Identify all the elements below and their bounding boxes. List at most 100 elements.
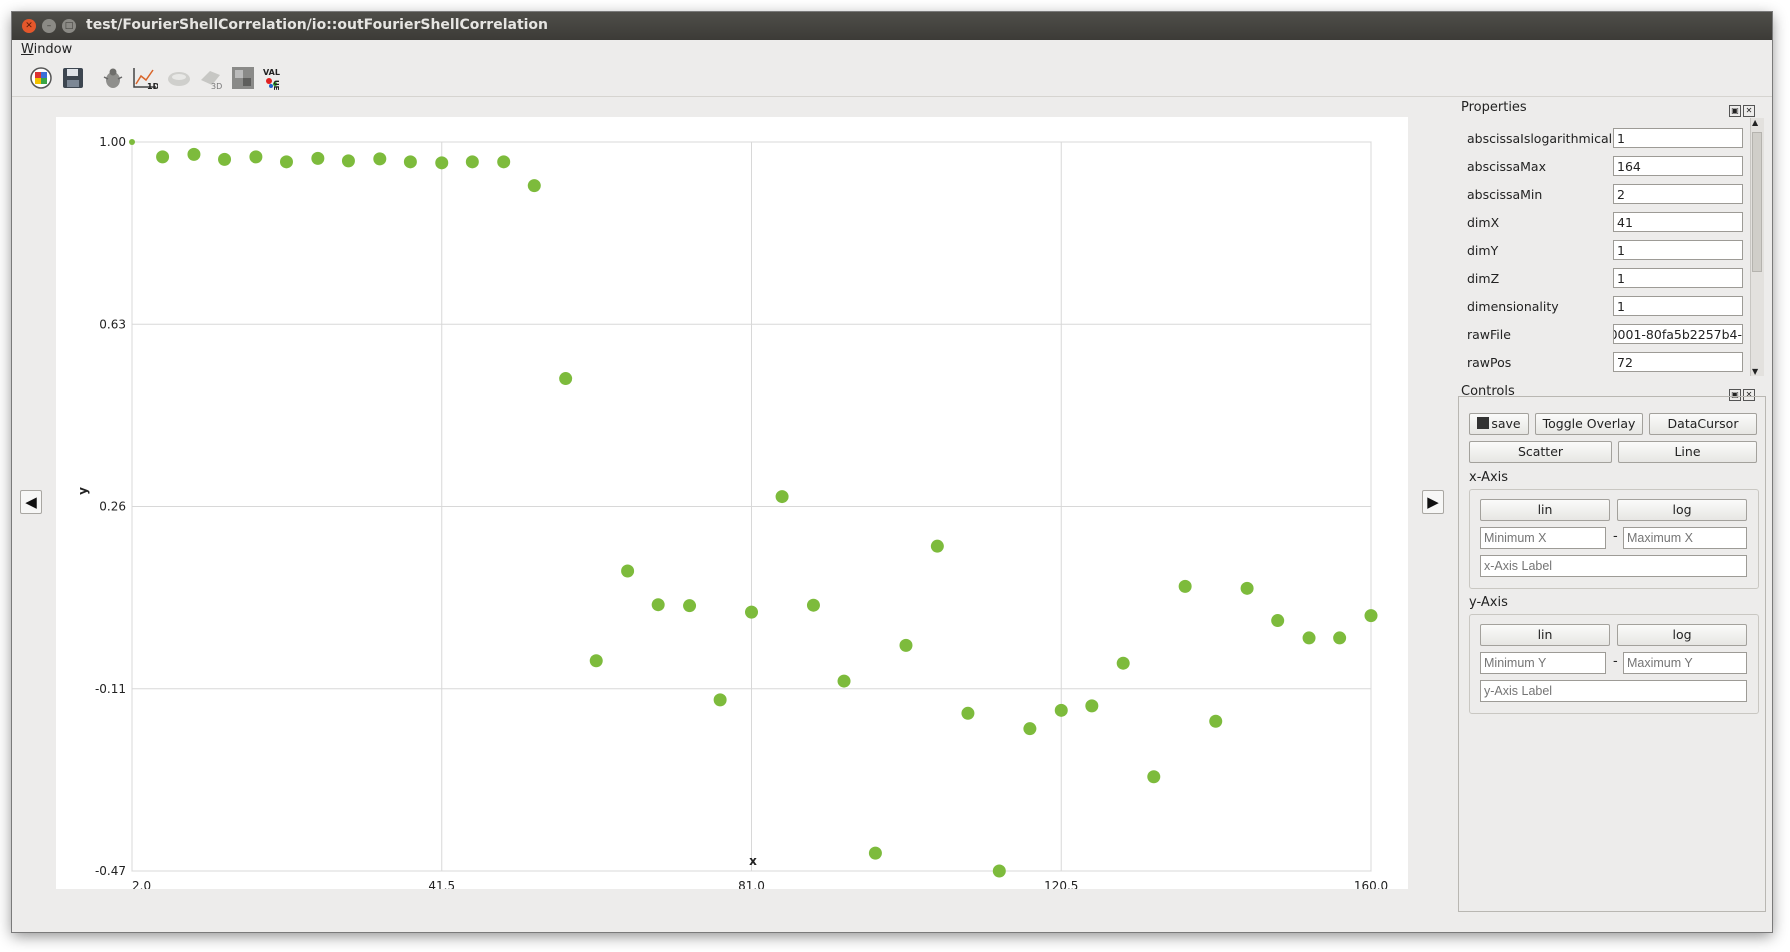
maximum-y-input[interactable] — [1623, 652, 1747, 674]
close-window-button[interactable]: ✕ — [22, 19, 36, 33]
values-icon[interactable]: VAL UES — [262, 66, 288, 90]
property-label: dimZ — [1467, 271, 1500, 286]
datacursor-button[interactable]: DataCursor — [1649, 413, 1757, 435]
x-tick-label: 81.0 — [738, 879, 765, 889]
x-tick-label: 41.5 — [428, 879, 455, 889]
data-point — [129, 139, 135, 145]
data-point — [187, 147, 201, 161]
y-tick-label: 0.26 — [99, 500, 126, 514]
menu-window[interactable]: Window — [21, 42, 72, 57]
property-value-field[interactable]: -0001-80fa5b2257b4 — [1613, 324, 1743, 344]
y-tick-label: -0.11 — [95, 682, 126, 696]
scroll-up-icon[interactable]: ▲ — [1752, 118, 1758, 127]
data-point — [713, 693, 727, 707]
data-point — [527, 179, 541, 193]
data-point — [745, 605, 758, 619]
data-point — [1085, 699, 1099, 713]
scroll-down-icon[interactable]: ▼ — [1752, 367, 1758, 376]
y-log-button[interactable]: log — [1617, 624, 1747, 646]
y-axis-group-title: y-Axis — [1469, 595, 1508, 610]
x-lin-button[interactable]: lin — [1480, 499, 1610, 521]
x-axis-label: x — [749, 854, 757, 868]
image-icon[interactable] — [230, 66, 256, 90]
maximize-window-button[interactable]: □ — [62, 19, 76, 33]
property-value-field[interactable]: 1 — [1613, 268, 1743, 288]
x-range-dash: - — [1613, 529, 1618, 544]
data-point — [899, 638, 913, 652]
property-row: abscissaMax 164 — [1461, 156, 1745, 178]
svg-text:3D: 3D — [211, 82, 222, 90]
property-label: rawPos — [1467, 355, 1512, 370]
property-row: abscissaMin 2 — [1461, 184, 1745, 206]
save-icon — [1477, 417, 1490, 429]
data-point — [218, 152, 232, 166]
property-value-field[interactable]: 1 — [1613, 240, 1743, 260]
surface-icon[interactable] — [166, 66, 192, 90]
x-axis-group: lin log - — [1469, 489, 1759, 589]
property-label: dimY — [1467, 243, 1499, 258]
data-point — [1302, 631, 1316, 645]
scatter-button[interactable]: Scatter — [1469, 441, 1612, 463]
save-icon[interactable] — [60, 66, 86, 90]
title-bar: ✕ – □ test/FourierShellCorrelation/io::o… — [12, 12, 1772, 40]
maximum-x-input[interactable] — [1623, 527, 1747, 549]
plot-card: 2.0 41.5 81.0 120.5 160.0 1.00 0.63 0.26 -0.11 -0… — [56, 117, 1408, 893]
property-value-field[interactable]: 72 — [1613, 352, 1743, 372]
data-point — [435, 156, 449, 170]
property-value-field[interactable]: 41 — [1613, 212, 1743, 232]
minimum-y-input[interactable] — [1480, 652, 1606, 674]
data-point — [930, 539, 944, 553]
plot-3d-icon[interactable]: 3D — [198, 66, 224, 90]
previous-arrow-button[interactable]: ◀ — [20, 490, 42, 514]
data-point — [465, 155, 479, 169]
data-point — [961, 706, 975, 720]
float-dock-icon[interactable]: ▣ — [1729, 105, 1741, 117]
data-point — [311, 151, 325, 165]
x-axis-group-title: x-Axis — [1469, 470, 1509, 485]
line-button[interactable]: Line — [1618, 441, 1757, 463]
property-value-field[interactable]: 1 — [1613, 296, 1743, 316]
plot-1d-icon[interactable]: 1D — [132, 66, 158, 90]
next-arrow-button[interactable]: ▶ — [1422, 490, 1444, 514]
y-range-dash: - — [1613, 654, 1618, 669]
x-log-button[interactable]: log — [1617, 499, 1747, 521]
y-tick-label: 1.00 — [99, 135, 126, 149]
save-button[interactable]: save — [1469, 413, 1529, 435]
data-point — [589, 654, 603, 668]
scatter-chart[interactable]: 2.0 41.5 81.0 120.5 160.0 1.00 0.63 0.26 -0.11 -0… — [56, 117, 1408, 893]
y-lin-button[interactable]: lin — [1480, 624, 1610, 646]
data-point — [403, 155, 417, 169]
close-dock-icon[interactable]: ✕ — [1743, 105, 1755, 117]
minimum-x-input[interactable] — [1480, 527, 1606, 549]
data-point — [1271, 614, 1285, 628]
property-value-field[interactable]: 164 — [1613, 156, 1743, 176]
menu-bar: Window — [12, 40, 1772, 60]
property-row: rawFile -0001-80fa5b2257b4 — [1461, 324, 1745, 346]
data-point — [775, 490, 789, 504]
data-point — [1147, 770, 1161, 784]
data-point — [156, 150, 170, 164]
data-point — [837, 674, 851, 688]
property-row: abscissaIslogarithmical 1 — [1461, 128, 1745, 150]
data-point — [806, 598, 820, 612]
properties-scrollbar[interactable]: ▲ ▼ — [1750, 118, 1764, 376]
properties-table: abscissaIslogarithmical 1 abscissaMax 164 ab… — [1461, 118, 1745, 376]
svg-text:VAL: VAL — [263, 68, 280, 77]
data-point — [1178, 579, 1192, 593]
window-title: test/FourierShellCorrelation/io::outFour… — [86, 17, 549, 33]
data-point — [373, 152, 387, 166]
y-axis-label-input[interactable] — [1480, 680, 1747, 702]
x-axis-label-input[interactable] — [1480, 555, 1747, 577]
bug-icon[interactable] — [100, 66, 126, 90]
data-point — [279, 155, 293, 169]
property-value-field[interactable]: 1 — [1613, 128, 1743, 148]
properties-dock-header: Properties ▣ ✕ — [1457, 99, 1767, 117]
property-value-field[interactable]: 2 — [1613, 184, 1743, 204]
colormap-icon[interactable] — [28, 66, 54, 90]
data-point — [249, 150, 263, 164]
minimize-window-button[interactable]: – — [42, 19, 56, 33]
data-point — [341, 154, 355, 168]
property-row: rawPos 72 — [1461, 352, 1745, 374]
toggle-overlay-button[interactable]: Toggle Overlay — [1535, 413, 1643, 435]
scrollbar-thumb[interactable] — [1752, 132, 1762, 272]
